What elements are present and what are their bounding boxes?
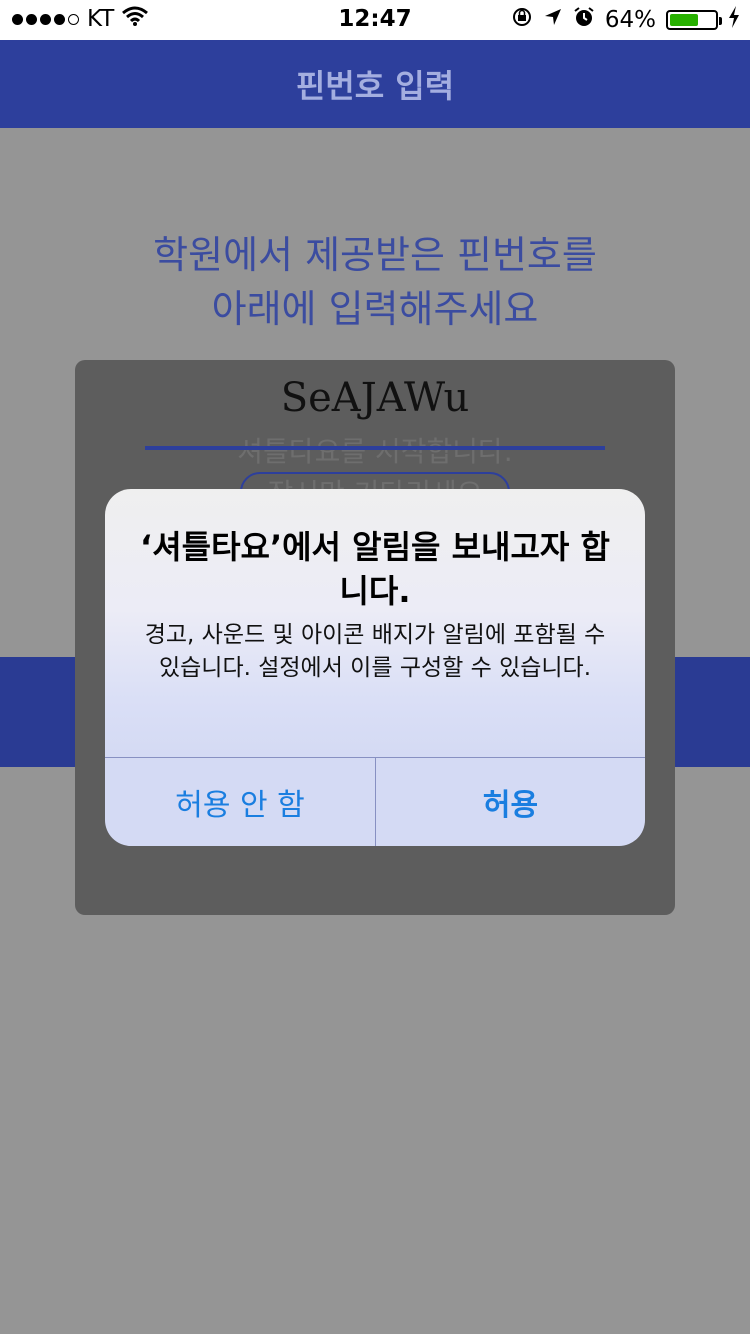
charging-bolt-icon bbox=[728, 6, 740, 34]
instruction-line-1: 학원에서 제공받은 핀번호를 bbox=[153, 233, 597, 277]
alert-message: 경고, 사운드 및 아이콘 배지가 알림에 포함될 수 있습니다. 설정에서 이… bbox=[144, 622, 606, 681]
splash-message-start: 셔틀타요를 시작합니다. bbox=[237, 435, 513, 468]
pin-instruction: 학원에서 제공받은 핀번호를 아래에 입력해주세요 bbox=[0, 228, 750, 336]
location-arrow-icon bbox=[543, 7, 563, 33]
status-bar-right: 64% bbox=[511, 6, 740, 34]
deny-button[interactable]: 허용 안 함 bbox=[105, 758, 375, 846]
alert-title: ‘셔틀타요’에서 알림을 보내고자 합니다. bbox=[140, 528, 610, 610]
rotation-lock-icon bbox=[511, 6, 533, 34]
splash-divider bbox=[145, 446, 605, 450]
battery-icon bbox=[666, 10, 722, 30]
battery-fill bbox=[670, 14, 699, 26]
splash-message-wait: 잠시만 기다리세요 bbox=[75, 472, 675, 490]
alarm-icon bbox=[573, 6, 595, 34]
allow-button[interactable]: 허용 bbox=[376, 758, 645, 846]
instruction-line-2: 아래에 입력해주세요 bbox=[211, 287, 539, 331]
battery-percent: 64% bbox=[604, 7, 656, 33]
nav-bar: 핀번호 입력 bbox=[0, 40, 750, 128]
splash-app-name: SeAJAWu bbox=[280, 375, 470, 421]
status-bar: KT 12:47 64% bbox=[0, 0, 750, 40]
nav-title: 핀번호 입력 bbox=[295, 67, 455, 105]
notification-permission-alert: ‘셔틀타요’에서 알림을 보내고자 합니다. 경고, 사운드 및 아이콘 배지가… bbox=[105, 489, 645, 846]
